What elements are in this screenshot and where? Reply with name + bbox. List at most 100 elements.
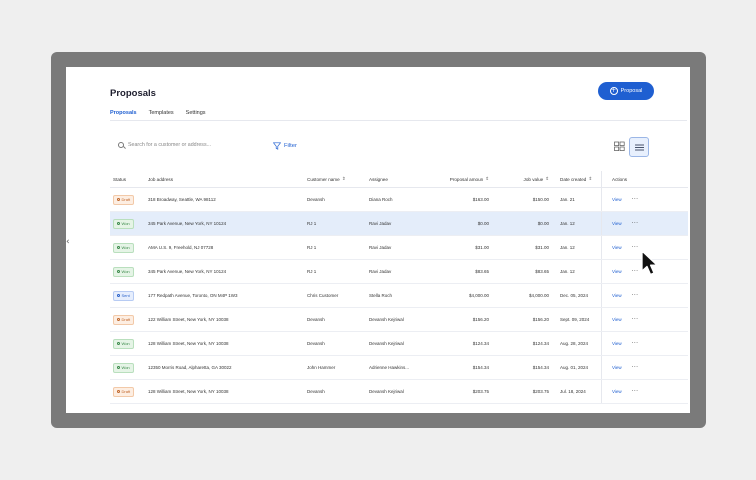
proposal-amount: $154.34 bbox=[472, 365, 489, 370]
customer-name: RJ 1 bbox=[307, 221, 317, 226]
search-icon bbox=[118, 142, 124, 148]
status-dot-icon bbox=[117, 294, 120, 297]
assignee: Devansh Kejriwal bbox=[369, 341, 404, 346]
list-view-button[interactable] bbox=[629, 137, 649, 157]
status-cell: Draft bbox=[110, 314, 148, 325]
table-row[interactable]: Won 345 Park Avenue, New York, NY 10124 … bbox=[110, 260, 688, 284]
status-label: Draft bbox=[121, 197, 131, 202]
row-actions: View ··· bbox=[601, 308, 651, 331]
date-created: Jan. 12 bbox=[560, 245, 575, 250]
table-row[interactable]: Won 12350 Morris Road, Alpharetta, GA 30… bbox=[110, 356, 688, 380]
job-value: $31.00 bbox=[535, 245, 549, 250]
header-date-created[interactable]: Date created ⇕ bbox=[549, 177, 601, 182]
job-value: $203.75 bbox=[532, 389, 549, 394]
status-label: Won bbox=[121, 341, 130, 346]
status-dot-icon bbox=[117, 198, 120, 201]
status-label: Won bbox=[121, 269, 130, 274]
header-job-value[interactable]: Job value ⇕ bbox=[489, 177, 549, 182]
more-icon[interactable]: ··· bbox=[632, 340, 639, 347]
assignee: Stella Roch bbox=[369, 293, 393, 298]
assignee: Ravi Jadav bbox=[369, 221, 392, 226]
status-cell: Won bbox=[110, 362, 148, 373]
view-link[interactable]: View bbox=[612, 245, 622, 250]
more-icon[interactable]: ··· bbox=[632, 244, 639, 251]
job-value: $154.34 bbox=[532, 365, 549, 370]
table-row[interactable]: Won 128 William Street, New York, NY 100… bbox=[110, 332, 688, 356]
customer-name: RJ 1 bbox=[307, 269, 317, 274]
date-created: Sept. 09, 2024 bbox=[560, 317, 590, 322]
status-badge: Won bbox=[113, 338, 134, 349]
proposal-amount: $124.34 bbox=[472, 341, 489, 346]
customer-name: Devansh bbox=[307, 341, 325, 346]
status-label: Won bbox=[121, 245, 130, 250]
view-link[interactable]: View bbox=[612, 389, 622, 394]
status-badge: Draft bbox=[113, 386, 135, 397]
plus-circle-icon: + bbox=[609, 87, 618, 95]
filter-button[interactable]: Filter bbox=[273, 142, 297, 150]
status-cell: Won bbox=[110, 266, 148, 277]
search-input[interactable]: Search for a customer or address... bbox=[118, 142, 211, 148]
view-link[interactable]: View bbox=[612, 197, 622, 202]
status-cell: Won bbox=[110, 338, 148, 349]
header-customer[interactable]: Customer name ⇕ bbox=[307, 177, 369, 182]
header-status: Status bbox=[113, 176, 127, 182]
table-row[interactable]: Sent 177 Redpath Avenue, Toronto, ON M4P… bbox=[110, 284, 688, 308]
proposal-amount: $31.00 bbox=[475, 245, 489, 250]
date-created: Jan. 21 bbox=[560, 197, 575, 202]
proposals-page: Proposals + Proposal Proposals Templates… bbox=[66, 67, 690, 413]
view-link[interactable]: View bbox=[612, 293, 622, 298]
customer-name: Chris Customer bbox=[307, 293, 339, 298]
status-badge: Won bbox=[113, 218, 134, 229]
status-label: Draft bbox=[121, 317, 131, 322]
status-dot-icon bbox=[117, 318, 120, 321]
more-icon[interactable]: ··· bbox=[632, 364, 639, 371]
row-actions: View ··· bbox=[601, 284, 651, 307]
more-icon[interactable]: ··· bbox=[632, 292, 639, 299]
status-cell: Draft bbox=[110, 194, 148, 205]
table-row[interactable]: Draft 318 Broadway, Seattle, WA 98112 De… bbox=[110, 188, 688, 212]
list-view-icon bbox=[634, 144, 644, 150]
status-label: Won bbox=[121, 221, 130, 226]
grid-view-icon[interactable] bbox=[614, 141, 625, 152]
view-link[interactable]: View bbox=[612, 269, 622, 274]
view-link[interactable]: View bbox=[612, 221, 622, 226]
job-address: 318 Broadway, Seattle, WA 98112 bbox=[148, 197, 216, 202]
status-cell: Won bbox=[110, 242, 148, 253]
view-link[interactable]: View bbox=[612, 341, 622, 346]
status-badge: Won bbox=[113, 242, 134, 253]
more-icon[interactable]: ··· bbox=[632, 388, 639, 395]
job-value: $150.00 bbox=[532, 197, 549, 202]
status-dot-icon bbox=[117, 222, 120, 225]
chevron-left-icon[interactable]: ‹ bbox=[66, 236, 76, 248]
customer-name: Devansh bbox=[307, 197, 325, 202]
more-icon[interactable]: ··· bbox=[632, 220, 639, 227]
row-actions: View ··· bbox=[601, 188, 651, 211]
job-value: $83.65 bbox=[535, 269, 549, 274]
status-dot-icon bbox=[117, 342, 120, 345]
assignee: Adrienne Hawkins... bbox=[369, 365, 410, 370]
job-value: $0.00 bbox=[537, 221, 549, 226]
job-value: $156.20 bbox=[532, 317, 549, 322]
header-proposal-amount-label: Proposal amoun bbox=[449, 176, 484, 182]
date-created: Aug. 28, 2024 bbox=[560, 341, 589, 346]
header-proposal-amount[interactable]: Proposal amoun ⇕ bbox=[429, 177, 489, 182]
page-title: Proposals bbox=[110, 88, 156, 99]
assignee: Diana Roch bbox=[369, 197, 393, 202]
more-icon[interactable]: ··· bbox=[632, 196, 639, 203]
more-icon[interactable]: ··· bbox=[632, 316, 639, 323]
date-created: Aug. 01, 2024 bbox=[560, 365, 589, 370]
more-icon[interactable]: ··· bbox=[632, 268, 639, 275]
view-link[interactable]: View bbox=[612, 317, 622, 322]
status-badge: Won bbox=[113, 362, 134, 373]
view-link[interactable]: View bbox=[612, 365, 622, 370]
job-address: 345 Park Avenue, New York, NY 10124 bbox=[148, 269, 227, 274]
table-row[interactable]: Draft 122 William Street, New York, NY 1… bbox=[110, 308, 688, 332]
table-row[interactable]: Won AMA U.S. 9, Freehold, NJ 07728 RJ 1 … bbox=[110, 236, 688, 260]
table-row[interactable]: Draft 128 William Street, New York, NY 1… bbox=[110, 380, 688, 404]
date-created: Dec. 05, 2024 bbox=[560, 293, 589, 298]
new-proposal-button[interactable]: + Proposal bbox=[598, 82, 654, 100]
row-actions: View ··· bbox=[601, 380, 651, 403]
filter-label: Filter bbox=[284, 143, 297, 149]
status-cell: Draft bbox=[110, 386, 148, 397]
table-row[interactable]: Won 345 Park Avenue, New York, NY 10124 … bbox=[110, 212, 688, 236]
